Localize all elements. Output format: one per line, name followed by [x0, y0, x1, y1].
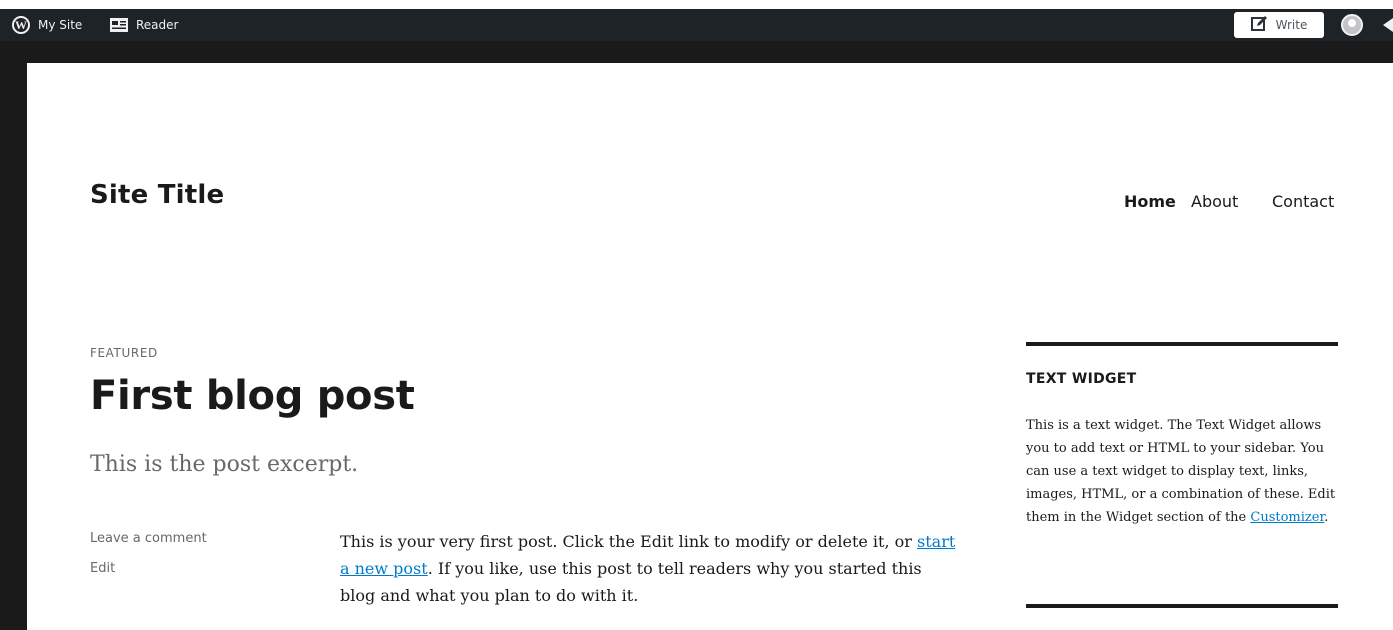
customizer-link[interactable]: Customizer: [1250, 510, 1324, 525]
site-title[interactable]: Site Title: [90, 180, 224, 210]
widget-divider-top: [1026, 342, 1338, 346]
widget-title: TEXT WIDGET: [1026, 371, 1137, 387]
widget-text: This is a text widget. The Text Widget a…: [1026, 414, 1340, 529]
notifications-bell-icon[interactable]: [1381, 17, 1393, 33]
leave-comment-link[interactable]: Leave a comment: [90, 531, 207, 546]
edit-post-link[interactable]: Edit: [90, 561, 115, 576]
post-content-text-2: . If you like, use this post to tell rea…: [340, 559, 922, 605]
nav-home[interactable]: Home: [1124, 192, 1176, 211]
reader-button[interactable]: Reader: [110, 9, 178, 41]
user-avatar[interactable]: [1341, 14, 1363, 36]
wordpress-logo-icon: W: [12, 16, 30, 34]
post-content-text-1: This is your very first post. Click the …: [340, 532, 918, 551]
write-label: Write: [1275, 18, 1308, 32]
page-frame-top: [0, 41, 1393, 63]
post-content: This is your very first post. Click the …: [340, 528, 960, 609]
write-button[interactable]: Write: [1234, 12, 1324, 38]
admin-bar: W My Site Reader Write: [0, 9, 1393, 41]
featured-kicker: FEATURED: [90, 346, 158, 360]
page-frame-left: [0, 41, 27, 630]
post-excerpt: This is the post excerpt.: [90, 452, 359, 477]
my-site-button[interactable]: W My Site: [12, 9, 82, 41]
reader-label: Reader: [136, 18, 179, 32]
reader-icon: [110, 18, 128, 32]
screen-top-edge: [0, 0, 1393, 9]
edit-pencil-icon: [1250, 15, 1268, 35]
nav-about[interactable]: About: [1191, 192, 1238, 211]
my-site-label: My Site: [38, 18, 83, 32]
nav-contact[interactable]: Contact: [1272, 192, 1334, 211]
post-title[interactable]: First blog post: [90, 373, 415, 419]
widget-divider-bottom: [1026, 604, 1338, 608]
widget-text-end: .: [1324, 510, 1329, 525]
widget-text-body: This is a text widget. The Text Widget a…: [1026, 418, 1336, 525]
